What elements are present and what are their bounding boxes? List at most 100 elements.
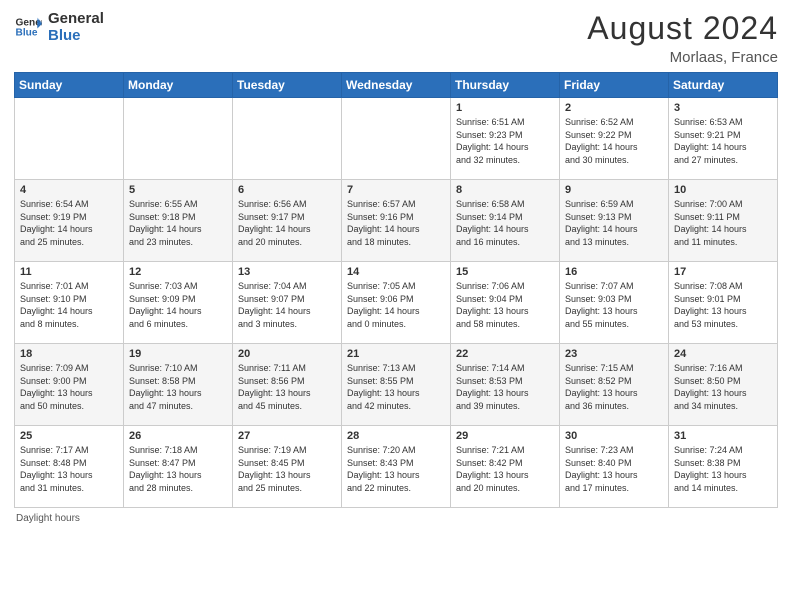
location-title: Morlaas, France: [587, 49, 778, 66]
calendar-cell: 4Sunrise: 6:54 AM Sunset: 9:19 PM Daylig…: [15, 180, 124, 262]
calendar-cell: 9 Sunrise: 6:59 AM Sunset: 9:13 PM Daylig…: [560, 180, 669, 262]
calendar-cell: 11 Sunrise: 7:01 AM Sunset: 9:10 PM Dayli…: [15, 262, 124, 344]
day-number: 31: [674, 430, 772, 442]
calendar-cell: 25 Sunrise: 7:17 AM Sunset: 8:48 PM Dayli…: [15, 426, 124, 508]
calendar-cell: 17Sunrise: 7:08 AM Sunset: 9:01 PM Dayli…: [669, 262, 778, 344]
day-number: 14: [347, 266, 445, 278]
day-info: Sunrise: 7:15 AM Sunset: 8:52 PM Dayligh…: [565, 362, 663, 412]
day-info: Sunrise: 6:53 AM Sunset: 9:21 PM Dayligh…: [674, 116, 772, 166]
day-info: Sunrise: 7:11 AM Sunset: 8:56 PM Dayligh…: [238, 362, 336, 412]
weekday-header-sunday: Sunday: [15, 73, 124, 98]
day-number: 17: [674, 266, 772, 278]
day-number: 18: [20, 348, 118, 360]
day-number: 19: [129, 348, 227, 360]
day-number: 20: [238, 348, 336, 360]
day-number: 30: [565, 430, 663, 442]
day-number: 21: [347, 348, 445, 360]
day-info: Sunrise: 7:01 AM Sunset: 9:10 PM Dayligh…: [20, 280, 118, 330]
day-number: 24: [674, 348, 772, 360]
calendar-cell: 18 Sunrise: 7:09 AM Sunset: 9:00 PM Dayli…: [15, 344, 124, 426]
calendar-cell: 5 Sunrise: 6:55 AM Sunset: 9:18 PM Daylig…: [124, 180, 233, 262]
calendar-cell: 1 Sunrise: 6:51 AM Sunset: 9:23 PM Daylig…: [451, 98, 560, 180]
calendar-cell: 2Sunrise: 6:52 AM Sunset: 9:22 PM Daylig…: [560, 98, 669, 180]
day-info: Sunrise: 6:59 AM Sunset: 9:13 PM Dayligh…: [565, 198, 663, 248]
month-year-title: August 2024: [587, 10, 778, 47]
day-number: 25: [20, 430, 118, 442]
day-info: Sunrise: 7:05 AM Sunset: 9:06 PM Dayligh…: [347, 280, 445, 330]
logo: General Blue General Blue: [14, 10, 104, 45]
calendar-cell: 19Sunrise: 7:10 AM Sunset: 8:58 PM Dayli…: [124, 344, 233, 426]
calendar-cell: 12Sunrise: 7:03 AM Sunset: 9:09 PM Dayli…: [124, 262, 233, 344]
day-info: Sunrise: 6:54 AM Sunset: 9:19 PM Dayligh…: [20, 198, 118, 248]
day-info: Sunrise: 7:04 AM Sunset: 9:07 PM Dayligh…: [238, 280, 336, 330]
calendar-cell: 28 Sunrise: 7:20 AM Sunset: 8:43 PM Dayli…: [342, 426, 451, 508]
day-number: 6: [238, 184, 336, 196]
calendar-cell: 26Sunrise: 7:18 AM Sunset: 8:47 PM Dayli…: [124, 426, 233, 508]
day-info: Sunrise: 7:16 AM Sunset: 8:50 PM Dayligh…: [674, 362, 772, 412]
calendar-table: SundayMondayTuesdayWednesdayThursdayFrid…: [14, 72, 778, 508]
calendar-cell: 21 Sunrise: 7:13 AM Sunset: 8:55 PM Dayli…: [342, 344, 451, 426]
footer-note: Daylight hours: [14, 513, 778, 524]
day-number: 13: [238, 266, 336, 278]
week-row-1: 1 Sunrise: 6:51 AM Sunset: 9:23 PM Daylig…: [15, 98, 778, 180]
calendar-cell: 22 Sunrise: 7:14 AM Sunset: 8:53 PM Dayli…: [451, 344, 560, 426]
calendar-cell: 6 Sunrise: 6:56 AM Sunset: 9:17 PM Daylig…: [233, 180, 342, 262]
calendar-cell: 8 Sunrise: 6:58 AM Sunset: 9:14 PM Daylig…: [451, 180, 560, 262]
day-info: Sunrise: 6:56 AM Sunset: 9:17 PM Dayligh…: [238, 198, 336, 248]
calendar-cell: 27Sunrise: 7:19 AM Sunset: 8:45 PM Dayli…: [233, 426, 342, 508]
day-number: 1: [456, 102, 554, 114]
day-info: Sunrise: 6:58 AM Sunset: 9:14 PM Dayligh…: [456, 198, 554, 248]
weekday-header-row: SundayMondayTuesdayWednesdayThursdayFrid…: [15, 73, 778, 98]
calendar-cell: 15 Sunrise: 7:06 AM Sunset: 9:04 PM Dayli…: [451, 262, 560, 344]
svg-text:Blue: Blue: [16, 28, 38, 39]
calendar-cell: [124, 98, 233, 180]
calendar-cell: 13 Sunrise: 7:04 AM Sunset: 9:07 PM Dayli…: [233, 262, 342, 344]
weekday-header-wednesday: Wednesday: [342, 73, 451, 98]
week-row-5: 25 Sunrise: 7:17 AM Sunset: 8:48 PM Dayli…: [15, 426, 778, 508]
day-number: 22: [456, 348, 554, 360]
logo-general-text: General: [48, 10, 104, 27]
weekday-header-monday: Monday: [124, 73, 233, 98]
day-info: Sunrise: 7:06 AM Sunset: 9:04 PM Dayligh…: [456, 280, 554, 330]
day-info: Sunrise: 7:19 AM Sunset: 8:45 PM Dayligh…: [238, 444, 336, 494]
weekday-header-friday: Friday: [560, 73, 669, 98]
day-info: Sunrise: 7:09 AM Sunset: 9:00 PM Dayligh…: [20, 362, 118, 412]
day-number: 8: [456, 184, 554, 196]
day-info: Sunrise: 6:51 AM Sunset: 9:23 PM Dayligh…: [456, 116, 554, 166]
day-info: Sunrise: 7:20 AM Sunset: 8:43 PM Dayligh…: [347, 444, 445, 494]
logo-icon: General Blue: [14, 13, 42, 41]
day-info: Sunrise: 6:55 AM Sunset: 9:18 PM Dayligh…: [129, 198, 227, 248]
day-info: Sunrise: 7:21 AM Sunset: 8:42 PM Dayligh…: [456, 444, 554, 494]
day-number: 29: [456, 430, 554, 442]
weekday-header-saturday: Saturday: [669, 73, 778, 98]
day-info: Sunrise: 6:52 AM Sunset: 9:22 PM Dayligh…: [565, 116, 663, 166]
calendar-cell: 7 Sunrise: 6:57 AM Sunset: 9:16 PM Daylig…: [342, 180, 451, 262]
day-info: Sunrise: 7:13 AM Sunset: 8:55 PM Dayligh…: [347, 362, 445, 412]
day-number: 11: [20, 266, 118, 278]
calendar-cell: 24 Sunrise: 7:16 AM Sunset: 8:50 PM Dayli…: [669, 344, 778, 426]
day-info: Sunrise: 7:14 AM Sunset: 8:53 PM Dayligh…: [456, 362, 554, 412]
day-info: Sunrise: 7:17 AM Sunset: 8:48 PM Dayligh…: [20, 444, 118, 494]
day-info: Sunrise: 7:18 AM Sunset: 8:47 PM Dayligh…: [129, 444, 227, 494]
calendar-cell: 31Sunrise: 7:24 AM Sunset: 8:38 PM Dayli…: [669, 426, 778, 508]
weekday-header-thursday: Thursday: [451, 73, 560, 98]
calendar-page: General Blue General Blue August 2024 Mo…: [0, 0, 792, 612]
day-info: Sunrise: 7:03 AM Sunset: 9:09 PM Dayligh…: [129, 280, 227, 330]
day-number: 7: [347, 184, 445, 196]
week-row-2: 4Sunrise: 6:54 AM Sunset: 9:19 PM Daylig…: [15, 180, 778, 262]
calendar-cell: 3Sunrise: 6:53 AM Sunset: 9:21 PM Daylig…: [669, 98, 778, 180]
day-number: 9: [565, 184, 663, 196]
day-number: 5: [129, 184, 227, 196]
week-row-3: 11 Sunrise: 7:01 AM Sunset: 9:10 PM Dayli…: [15, 262, 778, 344]
day-number: 23: [565, 348, 663, 360]
header: General Blue General Blue August 2024 Mo…: [14, 10, 778, 66]
day-info: Sunrise: 6:57 AM Sunset: 9:16 PM Dayligh…: [347, 198, 445, 248]
day-number: 15: [456, 266, 554, 278]
calendar-cell: 16Sunrise: 7:07 AM Sunset: 9:03 PM Dayli…: [560, 262, 669, 344]
calendar-cell: 20 Sunrise: 7:11 AM Sunset: 8:56 PM Dayli…: [233, 344, 342, 426]
day-number: 28: [347, 430, 445, 442]
title-block: August 2024 Morlaas, France: [587, 10, 778, 66]
day-info: Sunrise: 7:23 AM Sunset: 8:40 PM Dayligh…: [565, 444, 663, 494]
logo-blue-text: Blue: [48, 27, 104, 44]
calendar-cell: [233, 98, 342, 180]
